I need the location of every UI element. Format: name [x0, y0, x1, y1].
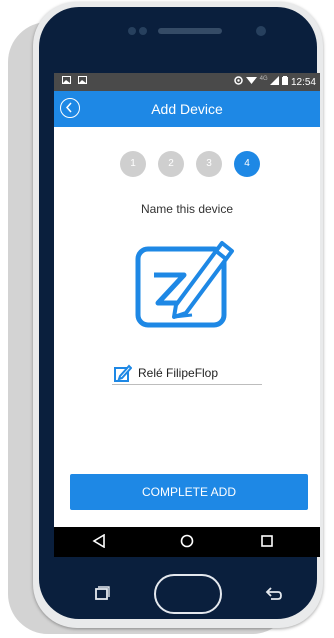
page-title: Add Device [151, 101, 223, 117]
android-nav-bar [54, 527, 320, 557]
edit-pen-icon [135, 241, 234, 328]
step-4-active: 4 [234, 151, 260, 177]
status-time: 12:54 [290, 77, 316, 88]
recent-apps-key-icon[interactable] [94, 586, 110, 602]
name-device-heading: Name this device [140, 202, 234, 216]
image-icon [77, 76, 87, 84]
battery-icon [282, 76, 289, 85]
wifi-icon [245, 77, 257, 84]
status-bar: 4G 12:54 [54, 73, 320, 91]
front-sensor [139, 27, 147, 35]
step-indicator: 1 2 3 4 [120, 151, 260, 177]
home-key[interactable] [154, 574, 222, 614]
front-sensor [128, 27, 136, 35]
edit-small-icon [114, 364, 132, 382]
front-camera [256, 26, 266, 36]
back-triangle-icon[interactable] [92, 534, 106, 548]
app-bar: Add Device [54, 91, 320, 127]
step-3: 3 [196, 151, 222, 177]
earpiece-speaker [158, 28, 222, 34]
location-icon [234, 76, 243, 85]
phone-screen: 4G 12:54 Add Device 1 2 3 4 Name this de… [54, 73, 320, 557]
back-key-icon[interactable] [265, 586, 283, 602]
field-underline [112, 384, 262, 385]
home-circle-icon[interactable] [180, 534, 194, 548]
step-1: 1 [120, 151, 146, 177]
device-name-field[interactable]: Relé FilipeFlop [112, 363, 262, 385]
recents-square-icon[interactable] [260, 534, 274, 548]
notification-icons [62, 76, 87, 87]
step-2: 2 [158, 151, 184, 177]
status-right: 4G 12:54 [234, 76, 316, 88]
complete-add-button[interactable]: COMPLETE ADD [70, 474, 308, 510]
image-icon [62, 76, 71, 84]
network-type: 4G [259, 76, 268, 82]
signal-icon [270, 76, 280, 85]
device-name-value: Relé FilipeFlop [138, 366, 219, 380]
